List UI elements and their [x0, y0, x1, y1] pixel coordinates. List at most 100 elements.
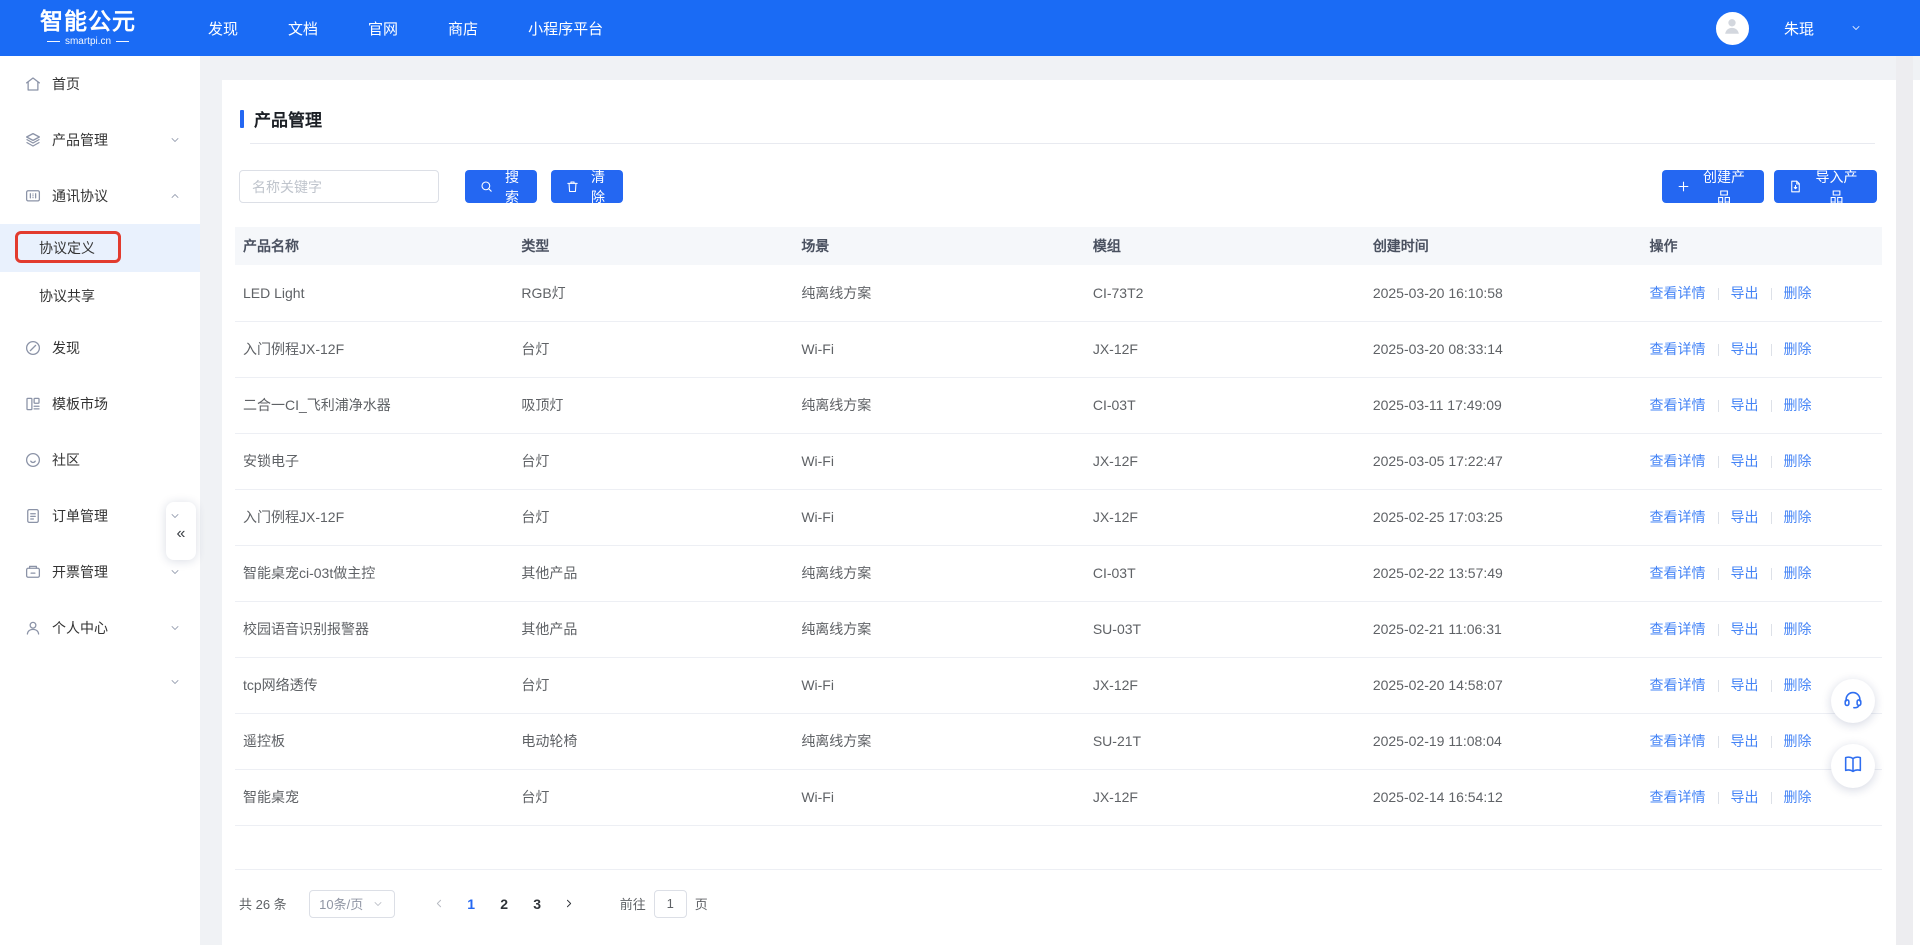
- collapse-icon: «: [177, 525, 186, 543]
- action-export[interactable]: 导出: [1731, 733, 1759, 749]
- user-name[interactable]: 朱琨: [1784, 18, 1814, 39]
- background-gutter: [200, 80, 222, 945]
- action-export[interactable]: 导出: [1731, 285, 1759, 301]
- cell-module: SU-03T: [1085, 601, 1365, 657]
- cell-name: LED Light: [235, 265, 513, 321]
- action-delete[interactable]: 删除: [1784, 677, 1812, 693]
- cell-type: 台灯: [513, 321, 793, 377]
- column-header-2: 场景: [793, 227, 1085, 265]
- action-separator: [1771, 344, 1772, 356]
- trash-icon: [565, 179, 580, 194]
- action-delete[interactable]: 删除: [1784, 565, 1812, 581]
- page-number-1[interactable]: 1: [455, 896, 488, 912]
- sidebar-item-label: 首页: [52, 74, 80, 94]
- topnav: 发现 文档 官网 商店 小程序平台: [208, 18, 603, 39]
- table-row: 二合一CI_飞利浦净水器吸顶灯纯离线方案CI-03T2025-03-11 17:…: [235, 377, 1882, 433]
- action-export[interactable]: 导出: [1731, 677, 1759, 693]
- sidebar-item-discover[interactable]: 发现: [0, 320, 200, 376]
- action-separator: [1718, 456, 1719, 468]
- page-number-2[interactable]: 2: [488, 896, 521, 912]
- create-product-button[interactable]: 创建产品: [1662, 170, 1764, 203]
- order-icon: [24, 507, 42, 525]
- import-product-button[interactable]: 导入产品: [1774, 170, 1877, 203]
- sidebar-subitem-protocol-definition[interactable]: 协议定义: [0, 224, 200, 272]
- search-button[interactable]: 搜索: [465, 170, 537, 203]
- sidebar-item-home[interactable]: 首页: [0, 56, 200, 112]
- support-fab-button[interactable]: [1831, 679, 1875, 723]
- next-page-button[interactable]: [554, 890, 584, 918]
- search-input[interactable]: [239, 170, 439, 203]
- action-view-details[interactable]: 查看详情: [1650, 453, 1706, 469]
- action-view-details[interactable]: 查看详情: [1650, 285, 1706, 301]
- goto-page-input[interactable]: [654, 890, 687, 918]
- page-number-3[interactable]: 3: [521, 896, 554, 912]
- action-view-details[interactable]: 查看详情: [1650, 733, 1706, 749]
- page-title-row: 产品管理: [222, 80, 1895, 143]
- cell-name: 遥控板: [235, 713, 513, 769]
- action-delete[interactable]: 删除: [1784, 509, 1812, 525]
- sidebar-subitem-label: 协议定义: [39, 238, 95, 258]
- action-delete[interactable]: 删除: [1784, 341, 1812, 357]
- action-export[interactable]: 导出: [1731, 341, 1759, 357]
- pagination-total: 共 26 条: [239, 894, 287, 913]
- action-view-details[interactable]: 查看详情: [1650, 565, 1706, 581]
- clear-button[interactable]: 清除: [551, 170, 623, 203]
- action-export[interactable]: 导出: [1731, 565, 1759, 581]
- action-export[interactable]: 导出: [1731, 509, 1759, 525]
- table-row: LED LightRGB灯纯离线方案CI-73T22025-03-20 16:1…: [235, 265, 1882, 321]
- sidebar-item-personal-center[interactable]: 个人中心: [0, 600, 200, 656]
- topnav-item-docs[interactable]: 文档: [288, 18, 318, 39]
- import-file-icon: [1788, 179, 1803, 194]
- table-row: 安锁电子台灯Wi-FiJX-12F2025-03-05 17:22:47查看详情…: [235, 433, 1882, 489]
- action-delete[interactable]: 删除: [1784, 621, 1812, 637]
- sidebar-subitem-protocol-sharing[interactable]: 协议共享: [0, 272, 200, 320]
- topnav-item-discover[interactable]: 发现: [208, 18, 238, 39]
- prev-page-button[interactable]: [425, 890, 455, 918]
- sidebar-item-hidden-item[interactable]: [0, 656, 200, 708]
- action-export[interactable]: 导出: [1731, 397, 1759, 413]
- topnav-item-store[interactable]: 商店: [448, 18, 478, 39]
- docs-fab-button[interactable]: [1831, 744, 1875, 788]
- clear-button-label: 清除: [587, 167, 609, 207]
- action-delete[interactable]: 删除: [1784, 453, 1812, 469]
- template-icon: [24, 395, 42, 413]
- page-size-select[interactable]: 10条/页: [309, 890, 395, 918]
- action-export[interactable]: 导出: [1731, 453, 1759, 469]
- action-delete[interactable]: 删除: [1784, 789, 1812, 805]
- avatar[interactable]: [1716, 12, 1749, 45]
- action-view-details[interactable]: 查看详情: [1650, 677, 1706, 693]
- user-menu-chevron-down-icon[interactable]: [1850, 22, 1862, 34]
- action-export[interactable]: 导出: [1731, 621, 1759, 637]
- cell-created: 2025-02-22 13:57:49: [1365, 545, 1642, 601]
- action-separator: [1771, 288, 1772, 300]
- action-delete[interactable]: 删除: [1784, 285, 1812, 301]
- cell-scene: 纯离线方案: [793, 265, 1085, 321]
- table-row: 遥控板电动轮椅纯离线方案SU-21T2025-02-19 11:08:04查看详…: [235, 713, 1882, 769]
- sidebar: 首页产品管理通讯协议协议定义协议共享发现模板市场社区订单管理开票管理个人中心 «: [0, 56, 200, 945]
- logo-subtitle-row: smartpi.cn: [40, 37, 136, 47]
- table-row: 入门例程JX-12F台灯Wi-FiJX-12F2025-02-25 17:03:…: [235, 489, 1882, 545]
- action-export[interactable]: 导出: [1731, 789, 1759, 805]
- sidebar-item-communication-protocol[interactable]: 通讯协议: [0, 168, 200, 224]
- sidebar-item-product-management[interactable]: 产品管理: [0, 112, 200, 168]
- action-view-details[interactable]: 查看详情: [1650, 621, 1706, 637]
- table-spacer-cell: [235, 825, 1882, 869]
- sidebar-item-community[interactable]: 社区: [0, 432, 200, 488]
- action-delete[interactable]: 删除: [1784, 397, 1812, 413]
- topnav-item-official-site[interactable]: 官网: [368, 18, 398, 39]
- pagination: 共 26 条 10条/页 123 前往 页: [239, 890, 1895, 918]
- logo[interactable]: 智能公元 smartpi.cn: [40, 10, 136, 47]
- sidebar-menu: 首页产品管理通讯协议协议定义协议共享发现模板市场社区订单管理开票管理个人中心: [0, 56, 200, 708]
- cell-created: 2025-03-05 17:22:47: [1365, 433, 1642, 489]
- action-view-details[interactable]: 查看详情: [1650, 341, 1706, 357]
- topnav-item-mini-program-platform[interactable]: 小程序平台: [528, 18, 603, 39]
- action-view-details[interactable]: 查看详情: [1650, 397, 1706, 413]
- action-view-details[interactable]: 查看详情: [1650, 789, 1706, 805]
- cell-actions: 查看详情 导出 删除: [1642, 601, 1883, 657]
- action-separator: [1771, 568, 1772, 580]
- sidebar-item-template-market[interactable]: 模板市场: [0, 376, 200, 432]
- action-delete[interactable]: 删除: [1784, 733, 1812, 749]
- action-view-details[interactable]: 查看详情: [1650, 509, 1706, 525]
- cell-created: 2025-02-20 14:58:07: [1365, 657, 1642, 713]
- page-scrollbar[interactable]: [1896, 56, 1913, 945]
